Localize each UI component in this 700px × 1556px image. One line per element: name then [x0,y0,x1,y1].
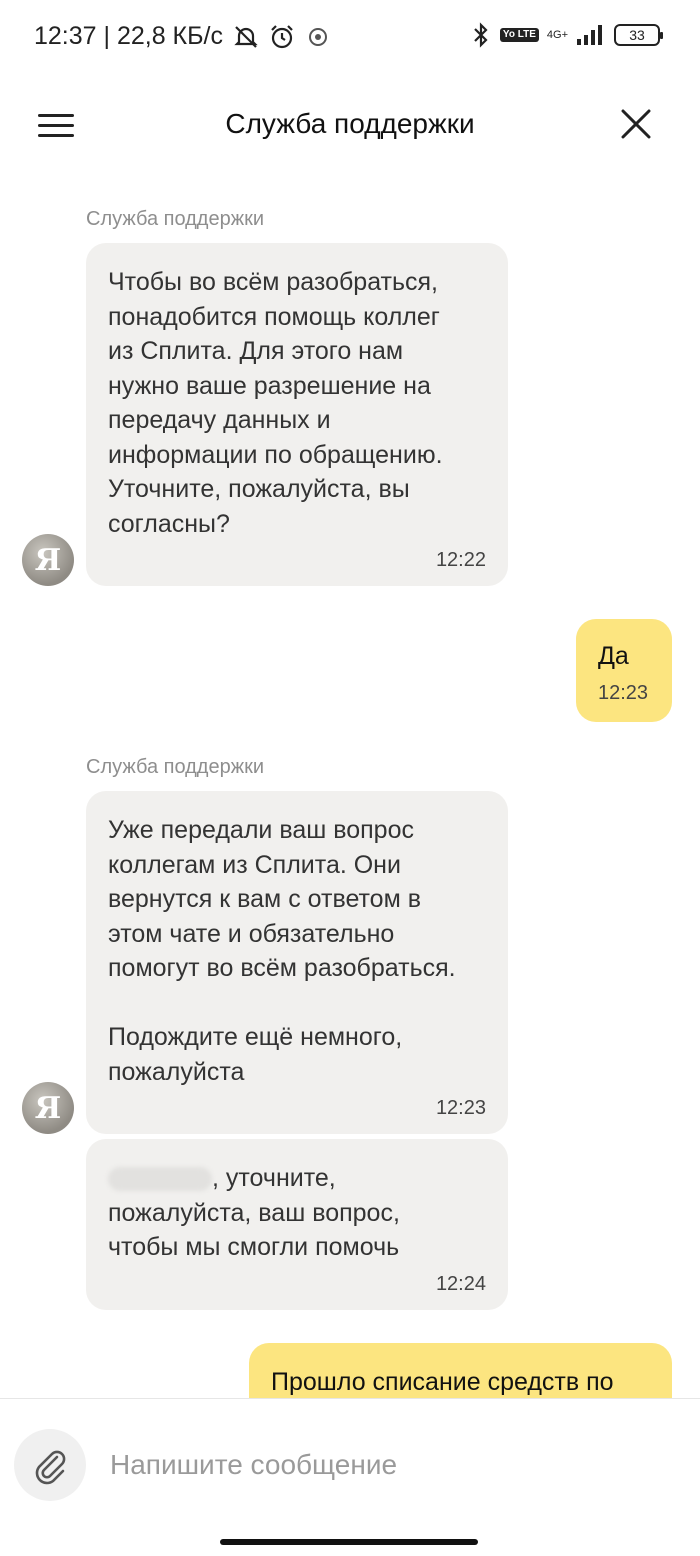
message-time: 12:23 [435,1097,486,1119]
app-icon [308,27,327,46]
paperclip-icon [35,1450,66,1485]
message-input[interactable] [110,1439,670,1491]
message-text: , уточните, пожалуйста, ваш вопрос, чтоб… [108,1161,486,1265]
sender-name: Служба поддержки [86,208,265,230]
notifications-off-icon [234,25,258,48]
message-time: 12:23 [598,681,649,704]
avatar: Я [22,534,74,586]
network-type: 4G+ [546,28,568,41]
battery-level: 33 [629,27,645,43]
message-time: 12:22 [435,549,486,571]
status-left: 12:37 | 22,8 КБ/с [34,22,331,51]
status-right: Yo LTE 4G+ 33 [470,22,663,48]
message-time: 12:24 [435,1272,486,1295]
support-message: , уточните, пожалуйста, ваш вопрос, чтоб… [86,1139,508,1310]
redacted-name [108,1167,212,1192]
message-text: Прошло списание средств по [271,1368,614,1396]
support-message: Чтобы во всём разобраться, понадобится п… [86,243,508,586]
message-composer [0,1398,700,1556]
chat-messages[interactable]: Служба поддержки Чтобы во всём разобрать… [0,170,700,1398]
status-time-speed: 12:37 | 22,8 КБ/с [34,22,223,50]
user-message: Да 12:23 [576,619,672,722]
page-title: Служба поддержки [225,108,475,139]
sender-name: Служба поддержки [86,756,265,778]
message-text: Уже передали ваш вопрос коллегам из Спли… [108,816,456,1086]
alarm-icon [271,24,293,48]
message-text: Да [598,642,629,670]
home-indicator[interactable] [220,1539,478,1545]
status-bar: 12:37 | 22,8 КБ/с Yo LTE 4G+ 33 [0,0,700,80]
avatar: Я [22,1082,74,1134]
message-text: Чтобы во всём разобраться, понадобится п… [108,268,443,538]
battery-icon: 33 [614,24,663,46]
chat-header: Служба поддержки [0,80,700,170]
support-message: Уже передали ваш вопрос коллегам из Спли… [86,791,508,1134]
close-icon[interactable] [620,108,652,140]
attach-button[interactable] [14,1429,86,1501]
bluetooth-icon [474,22,488,48]
volte-badge: Yo LTE [499,28,539,42]
user-message: Прошло списание средств по [249,1343,672,1398]
signal-icon [577,25,602,45]
